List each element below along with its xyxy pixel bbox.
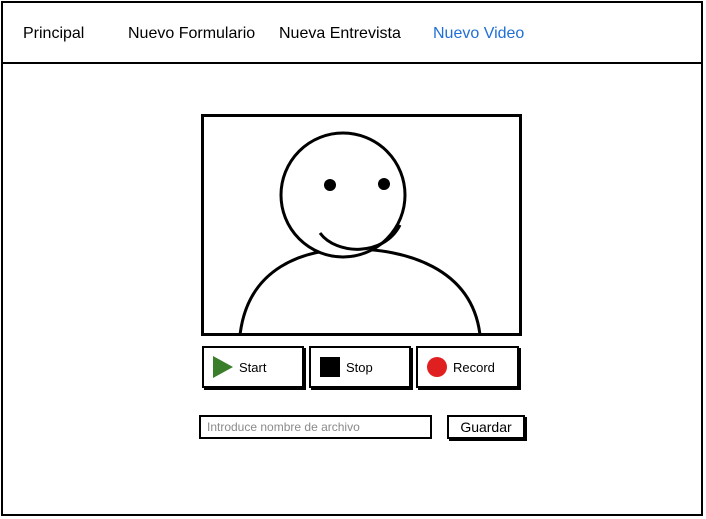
record-label: Record [453, 359, 495, 375]
start-button[interactable]: Start [202, 346, 304, 388]
stop-button[interactable]: Stop [309, 346, 411, 388]
stop-icon [320, 357, 340, 377]
top-navbar: Principal Nuevo Formulario Nueva Entrevi… [1, 1, 703, 64]
nav-item-principal[interactable]: Principal [23, 25, 84, 43]
nav-item-nuevo-video[interactable]: Nuevo Video [433, 25, 524, 43]
filename-input[interactable] [199, 415, 432, 439]
save-button[interactable]: Guardar [447, 415, 525, 439]
stop-label: Stop [346, 359, 373, 375]
record-button[interactable]: Record [416, 346, 519, 388]
start-label: Start [239, 359, 267, 375]
nav-item-nueva-entrevista[interactable]: Nueva Entrevista [279, 25, 401, 43]
video-preview [201, 114, 522, 336]
play-icon [213, 356, 233, 378]
smiley-person-icon [238, 131, 482, 333]
nav-item-nuevo-formulario[interactable]: Nuevo Formulario [128, 25, 255, 43]
record-icon [427, 357, 447, 377]
